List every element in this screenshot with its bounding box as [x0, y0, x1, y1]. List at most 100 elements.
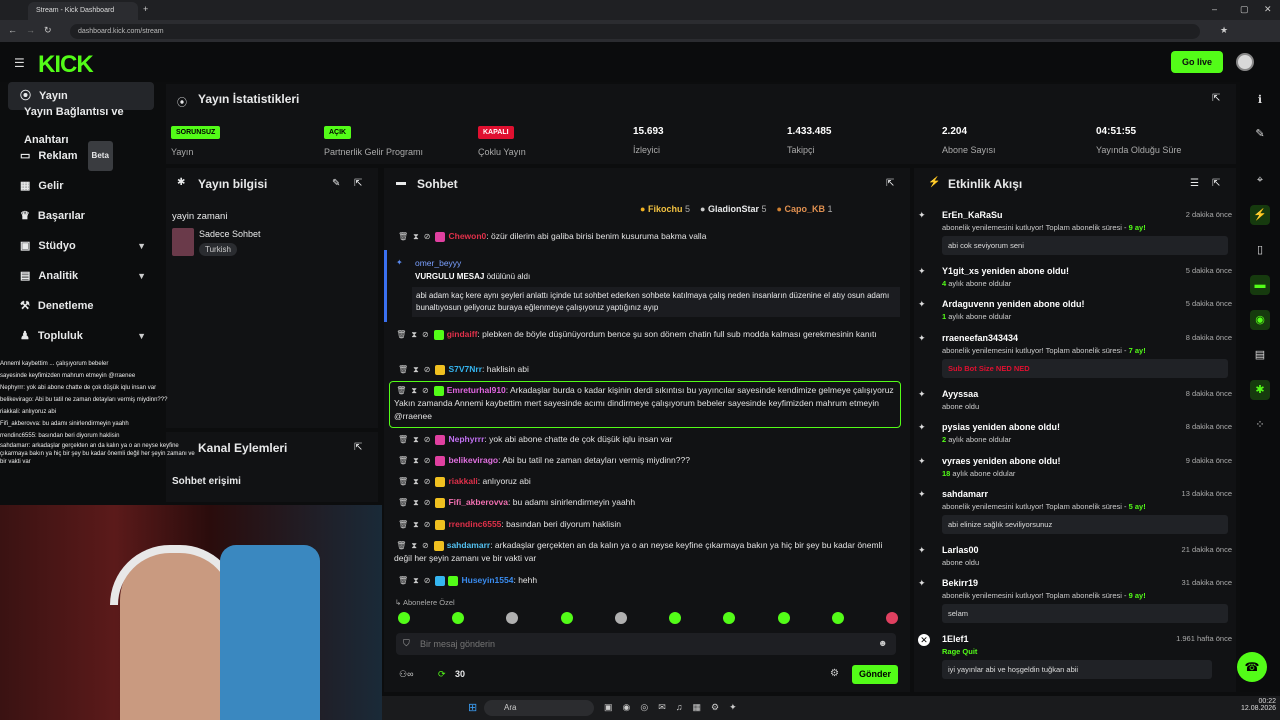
bookmark-star-icon[interactable]: ★ [1220, 25, 1228, 36]
taskbar-apps[interactable]: ▣◉◎✉♫▦⚙✦ [604, 702, 747, 713]
chat-icon[interactable]: ▬ [1250, 275, 1270, 295]
chat-message[interactable]: 🗑 ⧗ ⊘ sahdamarr: arkadaşlar gerçekten an da… [394, 539, 900, 565]
chat-message[interactable]: 🗑 ⧗ ⊘ belikevirago: Abi bu tatil ne zaman d… [398, 454, 904, 467]
minimize-icon[interactable]: – [1212, 4, 1217, 14]
new-tab-icon[interactable]: + [143, 4, 148, 14]
windows-start-icon[interactable]: ⊞ [468, 701, 477, 714]
event-item[interactable]: ✦ Ardaguvenn yeniden abone oldu! 5 dakika … [918, 299, 1232, 321]
layout-icon[interactable]: ▤ [1250, 345, 1270, 365]
chat-message[interactable]: 🗑 ⧗ ⊘ riakkali: anlıyoruz abi [398, 475, 904, 488]
url-bar[interactable]: dashboard.kick.com/stream [70, 24, 1200, 39]
sidebar-item-stream-key[interactable]: Yayın Bağlantısı ve Anahtarı [8, 106, 154, 146]
kick-logo[interactable]: KICK [38, 51, 94, 79]
forward-icon[interactable]: → [26, 25, 35, 35]
chart-icon: ▦ [20, 180, 31, 192]
back-icon[interactable]: ← [8, 25, 17, 35]
info-icon[interactable]: ℹ [1250, 90, 1270, 110]
document-icon[interactable]: ▯ [1250, 240, 1270, 260]
emote[interactable] [398, 612, 410, 624]
signal-icon[interactable]: ◉ [1250, 310, 1270, 330]
reload-icon[interactable]: ↻ [44, 25, 52, 36]
points-value: 30 [455, 669, 466, 679]
pinned-user[interactable]: omer_beyyy [415, 258, 461, 268]
popout-icon[interactable]: ⇱ [1212, 93, 1220, 104]
chat-message[interactable]: 🗑 ⧗ ⊘ S7V7Nrr: haklisin abi [398, 363, 904, 376]
stat-partner-program: AÇIK Partnerlik Gelir Programı [324, 126, 423, 157]
emote[interactable] [614, 612, 627, 624]
sidebar-item-denetleme[interactable]: ⚒ Denetleme [8, 292, 154, 320]
stream-title: yayin zamani [172, 211, 228, 222]
emote[interactable] [452, 612, 465, 624]
event-item[interactable]: ✦ vyraes yeniden abone oldu! 9 dakika önce… [918, 456, 1232, 478]
lightning-icon[interactable]: ⚡ [1250, 205, 1270, 225]
emote[interactable] [723, 612, 736, 624]
sidebar-item-gelir[interactable]: ▦ Gelir [8, 172, 154, 200]
emote[interactable] [506, 612, 519, 624]
sidebar-item-basarilar[interactable]: ♛ Başarılar [8, 202, 154, 230]
support-chat-icon[interactable]: ☎ [1237, 652, 1267, 682]
filter-icon[interactable]: ☰ [1190, 178, 1199, 189]
chat-message[interactable]: 🗑 ⧗ ⊘ Fifi_akberovva: bu adamı sinirlendirm… [398, 496, 904, 509]
chat-message[interactable]: 🗑 ⧗ ⊘ Huseyin1554: hehh [398, 574, 904, 587]
chat-message[interactable]: 🗑 ⧗ ⊘ Chewon0: özür dilerim abi galiba biri… [398, 230, 904, 243]
stat-subscribers: 2.204 Abone Sayısı [942, 126, 996, 155]
chat-icon: ▬ [396, 177, 406, 188]
profile-avatar[interactable] [1236, 53, 1254, 71]
send-button[interactable]: Gönder [852, 665, 898, 684]
shield-icon: ⛉ [403, 638, 410, 648]
crosshair-icon[interactable]: ⌖ [1250, 170, 1270, 190]
event-item[interactable]: ✦ Y1git_xs yeniden abone oldu! 5 dakika ön… [918, 266, 1232, 288]
emote[interactable] [831, 612, 844, 624]
chat-message[interactable]: 🗑 ⧗ ⊘ gindaiff: plebken de böyle düşünüyord… [394, 328, 900, 341]
edit-icon[interactable]: ✎ [1250, 124, 1270, 144]
popout-icon[interactable]: ⇱ [354, 442, 362, 453]
go-live-button[interactable]: Go live [1171, 51, 1223, 73]
taskbar-search[interactable]: Ara [484, 700, 594, 716]
chat-message[interactable]: 🗑 ⧗ ⊘ rrendinc6555: basından beri diyorum h… [398, 518, 904, 531]
sidebar-item-reklam[interactable]: ▭ Reklam Beta [8, 141, 154, 171]
chat-message-highlighted[interactable]: 🗑 ⧗ ⊘ Emreturhal910: Arkadaşlar burda o kad… [394, 384, 896, 423]
settings-gear-icon[interactable]: ⚙ [830, 668, 839, 679]
emote[interactable] [669, 612, 682, 624]
highlight-bar [384, 250, 387, 322]
event-item[interactable]: ✦ Larlas00 21 dakika önce abone oldu [918, 545, 1232, 567]
category-name[interactable]: Sadece Sohbet [199, 229, 261, 239]
event-item[interactable]: ✦ rraeneefan343434 8 dakika önce abonelik y… [918, 333, 1232, 378]
event-item[interactable]: ✕ 1Elef1 1.961 hafta önce Rage Quit iyi yayı… [918, 634, 1232, 679]
sidebar-item-analitik[interactable]: ▤ Analitik ▼ [8, 262, 154, 290]
apps-icon[interactable]: ⁘ [1250, 415, 1270, 435]
chat-title: Sohbet [417, 177, 458, 191]
sidebar-item-studyo[interactable]: ▣ Stüdyo ▼ [8, 232, 154, 260]
sidebar-item-topluluk[interactable]: ♟ Topluluk ▼ [8, 322, 154, 350]
gifter-2[interactable]: ● GladionStar 5 [700, 204, 767, 214]
delete-icon: 🗑 [398, 232, 409, 241]
close-window-icon[interactable]: ✕ [1264, 4, 1272, 15]
menu-icon[interactable]: ☰ [14, 56, 25, 70]
chat-message[interactable]: 🗑 ⧗ ⊘ Nephyrrr: yok abi abone chatte de çok… [398, 433, 904, 446]
gifter-1[interactable]: ● Fikochu 5 [640, 204, 690, 214]
event-item[interactable]: ✦ Ayyssaa 8 dakika önce abone oldu [918, 389, 1232, 411]
stat-followers: 1.433.485 Takipçi [787, 126, 832, 155]
emoji-icon[interactable]: ☻ [878, 638, 887, 648]
language-tag: Turkish [199, 243, 237, 256]
browser-tab[interactable]: Stream - Kick Dashboard [28, 2, 138, 20]
community-icon: ♟ [20, 330, 30, 342]
emote[interactable] [560, 612, 573, 624]
taskbar-clock[interactable]: 00:22 12.08.2026 [1241, 698, 1276, 712]
popout-icon[interactable]: ⇱ [354, 178, 362, 189]
maximize-icon[interactable]: ▢ [1240, 4, 1249, 15]
chat-input[interactable] [420, 636, 870, 652]
event-item[interactable]: ✦ Bekirr19 31 dakika önce abonelik yenileme… [918, 578, 1232, 623]
emote[interactable] [777, 612, 790, 624]
event-item[interactable]: ✦ sahdamarr 13 dakika önce abonelik yenilem… [918, 489, 1232, 534]
gifter-3[interactable]: ● Capo_KB 1 [777, 204, 833, 214]
event-item[interactable]: ✦ ErEn_KaRaSu 2 dakika önce abonelik yenile… [918, 210, 1232, 255]
event-item[interactable]: ✦ pysias yeniden abone oldu! 8 dakika önce… [918, 422, 1232, 444]
popout-icon[interactable]: ⇱ [1212, 178, 1220, 189]
edit-icon[interactable]: ✎ [332, 178, 340, 189]
wrench-icon[interactable]: ✱ [1250, 380, 1270, 400]
popout-icon[interactable]: ⇱ [886, 178, 894, 189]
emote[interactable] [885, 612, 898, 624]
top-gifters: ● Fikochu 5 ● GladionStar 5 ● Capo_KB 1 [640, 204, 833, 214]
chat-tools-icon[interactable]: ⚇∞ [399, 669, 413, 680]
